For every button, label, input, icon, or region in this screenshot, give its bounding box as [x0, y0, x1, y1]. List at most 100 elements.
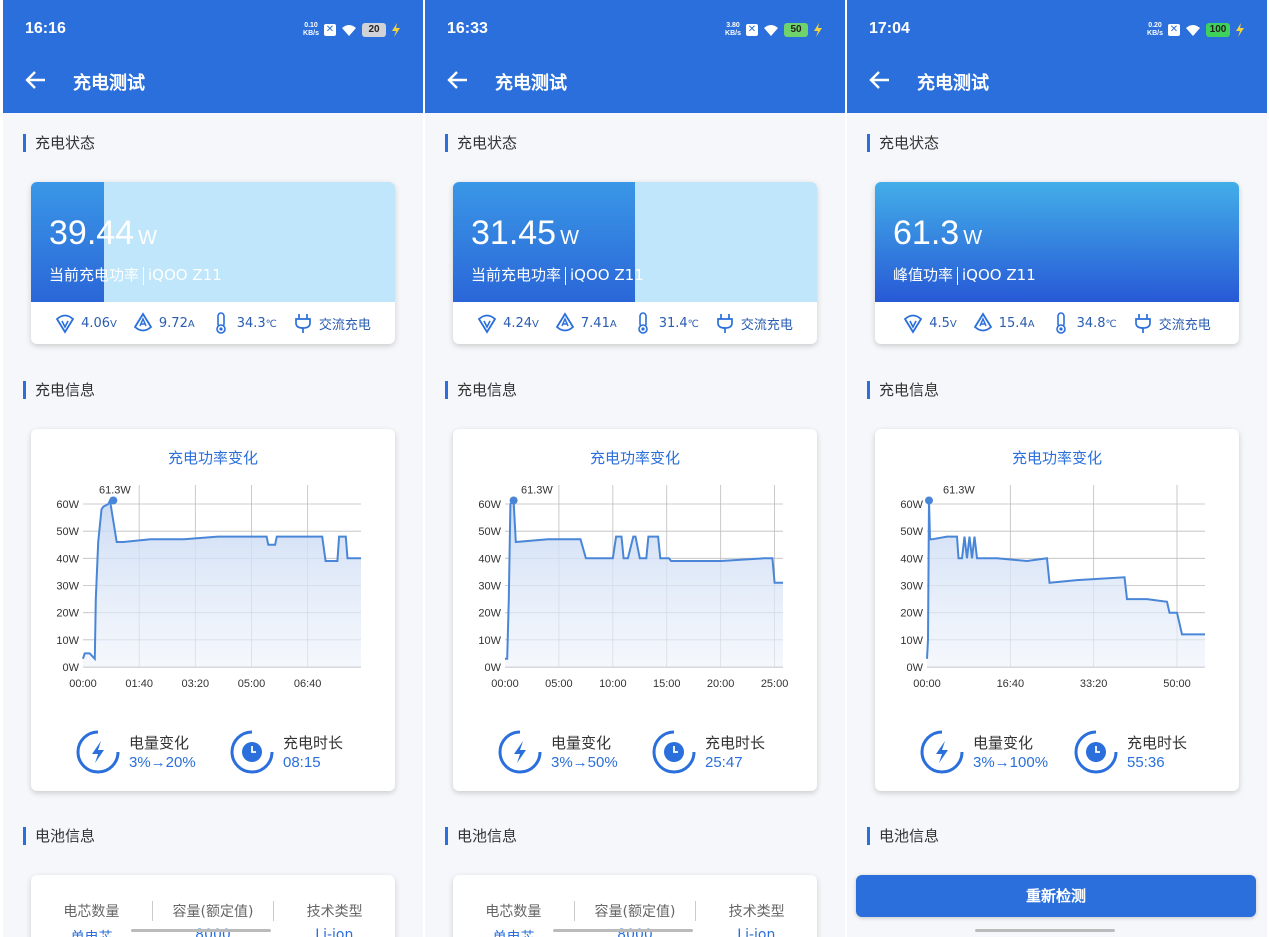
battery-change-value: 3%→50% [551, 754, 618, 771]
charging-status-card: 61.3 W 峰值功率 iQOO Z11 4.5V 15.4A 34.8℃ 交流充电 [875, 182, 1239, 344]
battery-table-headers: 电芯数量 容量(额定值) 技术类型 [453, 901, 817, 921]
battery-icon: 50 [784, 23, 808, 37]
capacity-header: 容量(额定值) [573, 901, 696, 921]
battery-change-label: 电量变化 [973, 734, 1034, 752]
power-display: 61.3 W 峰值功率 iQOO Z11 [875, 182, 1239, 302]
page-title: 充电测试 [917, 73, 989, 94]
chart-title: 充电功率变化 [1011, 449, 1102, 467]
power-area-fill [505, 500, 783, 667]
y-tick-label: 10W [900, 635, 923, 647]
thermometer-icon [1055, 312, 1066, 334]
section-title-battery: 电池信息 [445, 827, 517, 845]
x-tick-label: 25:00 [761, 678, 789, 690]
battery-icon: 100 [1206, 23, 1230, 37]
y-tick-label: 30W [478, 581, 501, 593]
tech-type-header: 技术类型 [695, 901, 817, 921]
charging-status-card: 31.45 W 当前充电功率 iQOO Z11 4.24V 7.41A 31.4℃ … [453, 182, 817, 344]
section-title-status: 充电状态 [23, 134, 95, 152]
charge-duration-value: 08:15 [283, 754, 321, 771]
x-tick-label: 16:40 [997, 678, 1025, 690]
wifi-icon [764, 25, 778, 36]
y-tick-label: 40W [478, 553, 501, 565]
y-tick-label: 20W [56, 608, 79, 620]
peak-point [109, 496, 118, 505]
power-chart: 00:00 05:00 10:00 15:00 20:00 25:00 0W 10W 20W 30… [478, 484, 789, 690]
y-tick-label: 30W [56, 581, 79, 593]
plug-icon [717, 314, 733, 333]
chart-title: 充电功率变化 [167, 449, 258, 467]
power-value: 61.3 W [893, 214, 983, 252]
back-arrow-icon[interactable] [869, 69, 891, 91]
y-tick-label: 0W [485, 662, 502, 674]
app-bar: 16:33 3.80 KB/s ✕ 50 充电测试 [425, 0, 845, 113]
charge-mode-metric: 交流充电 [715, 312, 793, 334]
battery-info-card: 电芯数量 容量(额定值) 技术类型 单电芯 8000 Li-ion [31, 875, 395, 937]
charge-duration-label: 充电时长 [283, 734, 344, 752]
home-indicator [975, 929, 1115, 932]
network-speed: 0.20 KB/s [1147, 22, 1163, 37]
app-bar: 16:16 0.10 KB/s ✕ 20 充电测试 [3, 0, 423, 113]
clock-ring-icon [230, 730, 274, 774]
status-time: 16:33 [447, 20, 488, 37]
y-tick-label: 20W [478, 608, 501, 620]
x-tick-label: 10:00 [599, 678, 627, 690]
y-tick-label: 60W [900, 499, 923, 511]
back-arrow-icon[interactable] [447, 69, 469, 91]
section-title-status: 充电状态 [445, 134, 517, 152]
status-icons: 0.10 KB/s ✕ 20 [303, 22, 401, 38]
temperature-metric: 34.3℃ [211, 312, 277, 334]
battery-change-label: 电量变化 [129, 734, 190, 752]
power-area-fill [83, 500, 361, 667]
tech-type-value: Li-ion [737, 927, 776, 937]
voltage-icon [477, 314, 497, 334]
y-tick-label: 50W [478, 526, 501, 538]
status-icons: 0.20 KB/s ✕ 100 [1147, 22, 1245, 38]
capacity-header: 容量(额定值) [151, 901, 274, 921]
charge-duration-label: 充电时长 [1127, 734, 1188, 752]
home-indicator [131, 929, 271, 932]
voltage-icon [55, 314, 75, 334]
y-tick-label: 10W [478, 635, 501, 647]
power-chart-card: 充电功率变化 00:00 01:40 03:20 05:00 06:40 0W 10W 20W… [31, 429, 395, 791]
metrics-row: 4.5V 15.4A 34.8℃ 交流充电 [875, 302, 1239, 344]
y-tick-label: 50W [56, 526, 79, 538]
power-label: 峰值功率 iQOO Z11 [893, 266, 1036, 285]
recheck-button[interactable]: 重新检测 [856, 875, 1256, 917]
current-metric: 9.72A [133, 312, 195, 334]
x-tick-label: 15:00 [653, 678, 681, 690]
x-tick-label: 50:00 [1163, 678, 1191, 690]
battery-change-label: 电量变化 [551, 734, 612, 752]
power-value: 31.45 W [471, 214, 579, 252]
no-sim-icon: ✕ [746, 24, 758, 36]
y-tick-label: 20W [900, 608, 923, 620]
network-speed: 3.80 KB/s [725, 22, 741, 37]
back-arrow-icon[interactable] [25, 69, 47, 91]
battery-change-value: 3%→20% [129, 754, 196, 771]
clock-ring-icon [652, 730, 696, 774]
current-icon [973, 312, 992, 332]
power-chart-card: 充电功率变化 00:00 05:00 10:00 15:00 20:00 25:00 0W 1… [453, 429, 817, 791]
tech-type-value: Li-ion [315, 927, 354, 937]
home-indicator [553, 929, 693, 932]
charge-duration-label: 充电时长 [705, 734, 766, 752]
y-tick-label: 60W [478, 499, 501, 511]
current-icon [133, 312, 153, 332]
network-speed: 0.10 KB/s [303, 22, 319, 37]
status-time: 16:16 [25, 20, 66, 37]
tech-type-header: 技术类型 [273, 901, 395, 921]
power-label: 当前充电功率 iQOO Z11 [471, 266, 644, 285]
cell-count-header: 电芯数量 [485, 904, 542, 920]
peak-point [509, 496, 518, 505]
battery-info-card: 电芯数量 容量(额定值) 技术类型 单电芯 8000 Li-ion [453, 875, 817, 937]
lightning-ring-icon [76, 730, 120, 774]
cell-count-header: 电芯数量 [63, 904, 120, 920]
peak-label: 61.3W [521, 484, 553, 496]
lightning-ring-icon [920, 730, 964, 774]
power-area-fill [927, 500, 1205, 667]
status-time: 17:04 [869, 20, 910, 37]
x-tick-label: 00:00 [491, 678, 519, 690]
y-tick-label: 30W [900, 581, 923, 593]
charging-bolt-icon [392, 23, 400, 37]
y-tick-label: 40W [56, 553, 79, 565]
charge-mode-metric: 交流充电 [293, 312, 371, 334]
